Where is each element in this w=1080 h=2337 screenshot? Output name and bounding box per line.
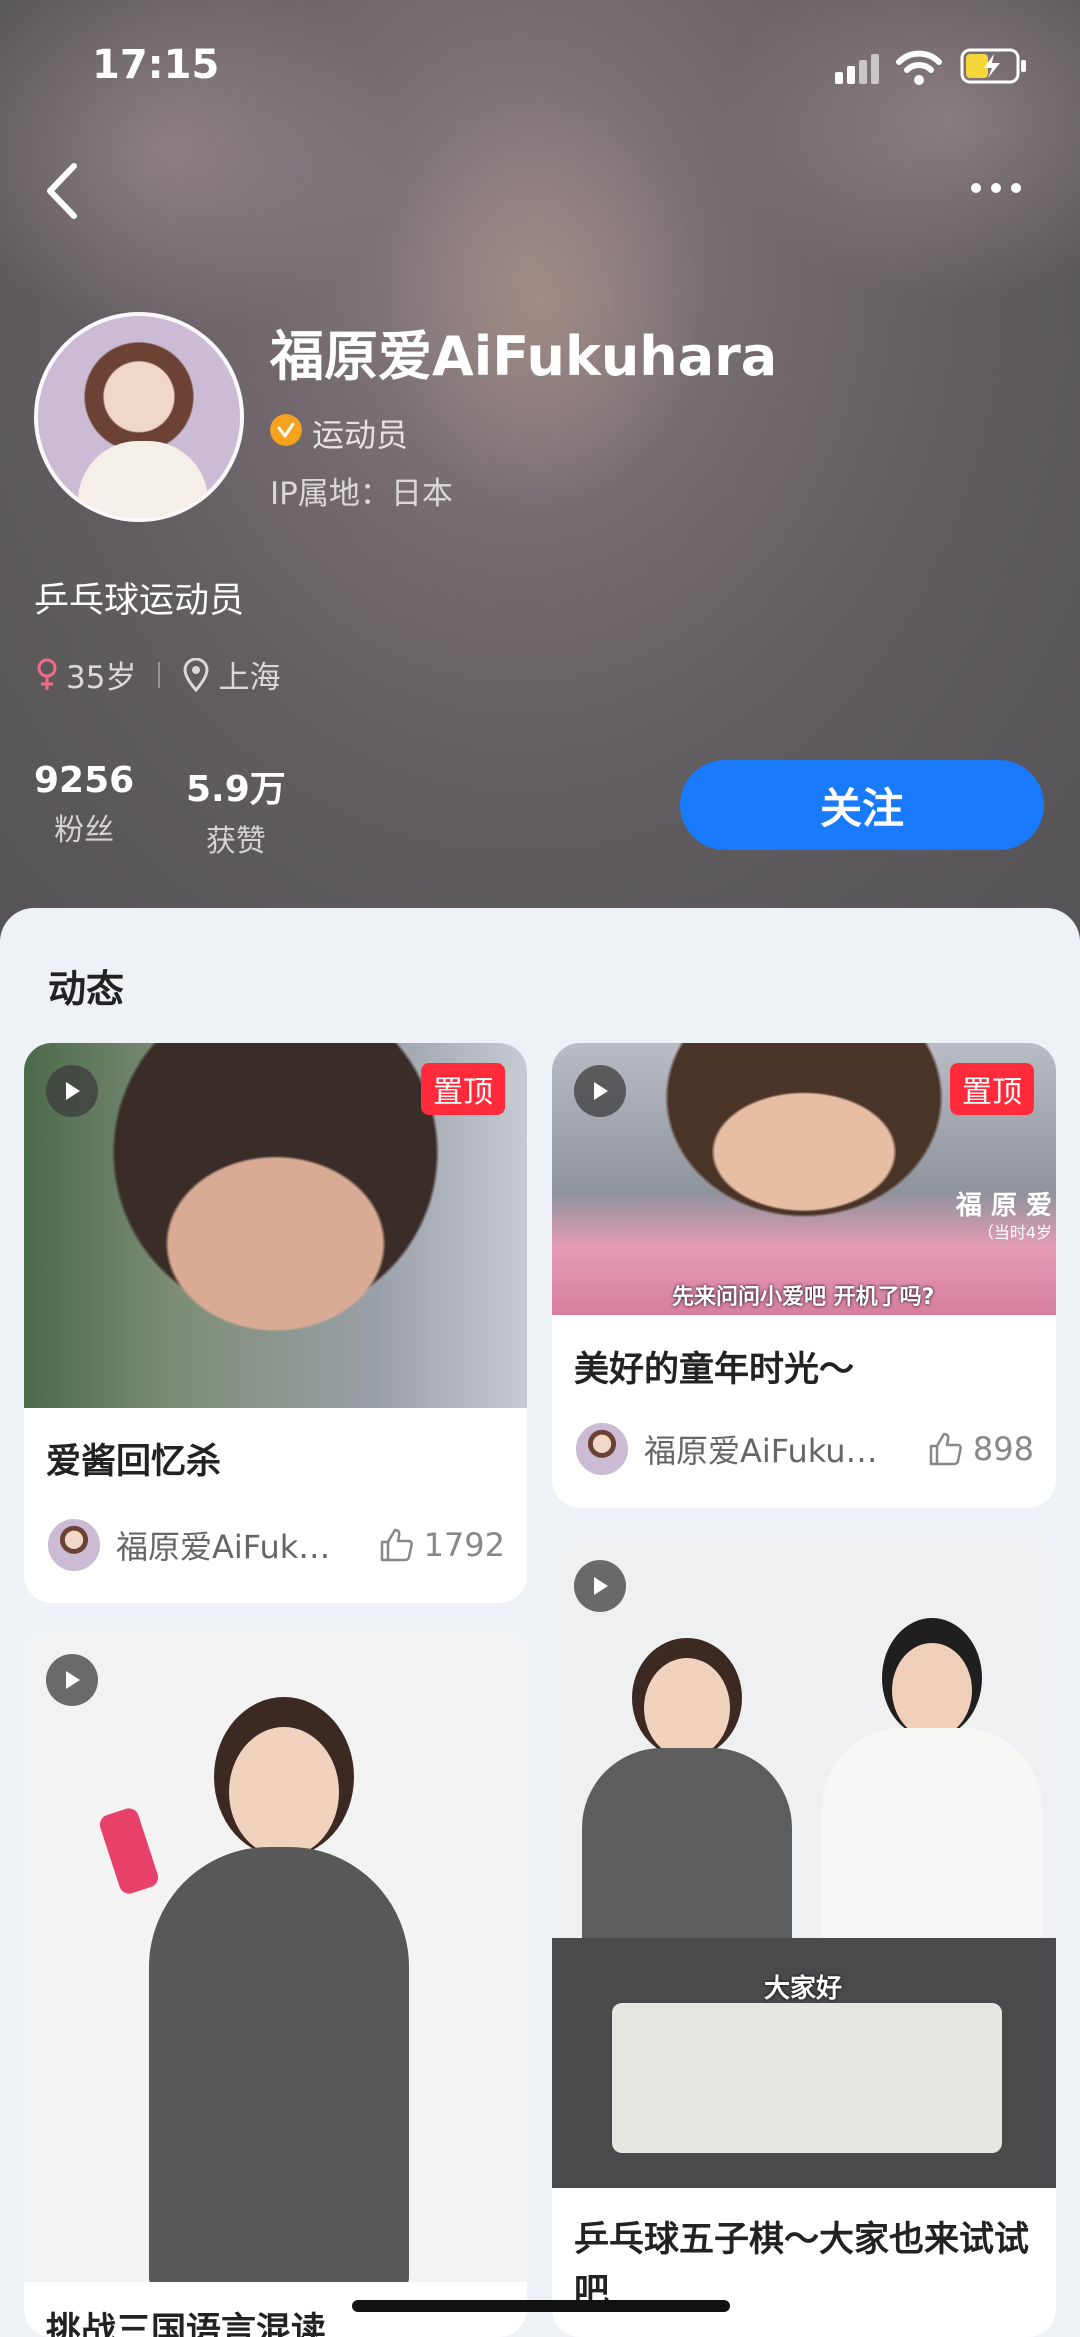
like-icon: [380, 1528, 413, 1562]
play-icon: [46, 1654, 98, 1706]
dress: [149, 1847, 409, 2282]
author-avatar: [46, 1517, 102, 1573]
profile-bio: 乒乓球运动员: [34, 581, 245, 621]
like-icon: [929, 1432, 962, 1466]
likes-stat[interactable]: 5.9万 获赞: [186, 760, 286, 860]
verified-icon: [270, 414, 302, 446]
author-name: 福原爱AiFuk…: [116, 1528, 331, 1566]
play-icon: [46, 1065, 98, 1117]
like-button[interactable]: 1792: [378, 1526, 505, 1564]
signal-icon: [835, 54, 879, 84]
post-title: 美好的童年时光～: [574, 1350, 855, 1390]
post-card[interactable]: 置顶 爱酱回忆杀 福原爱AiFuk… 1792: [24, 1043, 527, 1603]
location-icon: [183, 657, 209, 692]
status-time: 17:15: [92, 42, 220, 88]
divider: [158, 661, 161, 688]
post-card[interactable]: 大家好 乒乓球五子棋～大家也来试试吧: [552, 1538, 1056, 2337]
pinned-badge: 置顶: [950, 1063, 1034, 1115]
video-overlay-text: 大家好: [764, 1974, 843, 2004]
profile-name: 福原爱AiFukuhara: [270, 325, 778, 388]
post-thumbnail[interactable]: 大家好: [552, 1538, 1056, 2188]
post-meta: 福原爱AiFuku… 898: [574, 1421, 1034, 1477]
play-icon: [574, 1065, 626, 1117]
post-thumbnail[interactable]: 置顶 福 原 爱 （当时4岁 先来问问小爱吧 开机了吗?: [552, 1043, 1056, 1315]
background-blur: [380, 90, 700, 510]
fans-count: 9256: [34, 760, 135, 801]
post-card[interactable]: 挑战三国语言混读: [24, 1632, 527, 2337]
profile-meta: 35岁 上海: [34, 652, 280, 697]
likes-count: 5.9万: [186, 769, 286, 810]
likes-label: 获赞: [205, 824, 266, 859]
post-card[interactable]: 置顶 福 原 爱 （当时4岁 先来问问小爱吧 开机了吗? 美好的童年时光～ 福原…: [552, 1043, 1056, 1508]
profile-role: 运动员: [312, 416, 409, 454]
video-overlay-sub: （当时4岁: [977, 1223, 1052, 1242]
post-title: 爱酱回忆杀: [46, 1442, 222, 1482]
ip-location: IP属地：日本: [270, 476, 453, 512]
like-count: 1792: [423, 1526, 505, 1564]
post-meta: 福原爱AiFuk… 1792: [46, 1517, 505, 1573]
fans-stat[interactable]: 9256 粉丝: [34, 760, 134, 849]
home-indicator[interactable]: [352, 2300, 730, 2312]
post-thumbnail[interactable]: [24, 1632, 527, 2282]
section-title: 动态: [48, 967, 125, 1011]
fans-label: 粉丝: [54, 813, 115, 848]
post-title: 挑战三国语言混读: [46, 2311, 327, 2337]
author-avatar: [574, 1421, 630, 1477]
wifi-icon: [896, 50, 942, 85]
back-icon[interactable]: [38, 158, 88, 224]
like-button[interactable]: 898: [927, 1430, 1034, 1468]
battery-icon: [960, 48, 1026, 84]
age: 35岁: [66, 660, 137, 696]
city: 上海: [218, 660, 281, 696]
phone: [97, 1805, 161, 1897]
video-overlay-name: 福 原 爱: [955, 1191, 1052, 1221]
pinned-badge: 置顶: [421, 1063, 505, 1115]
follow-button[interactable]: 关注: [680, 760, 1044, 850]
play-icon: [574, 1560, 626, 1612]
tshirt: [822, 1728, 1042, 1948]
female-icon: [37, 658, 57, 690]
like-count: 898: [972, 1430, 1034, 1468]
face: [229, 1727, 339, 1857]
status-bar: 17:15: [0, 0, 1080, 140]
more-icon[interactable]: [968, 178, 1024, 198]
post-thumbnail[interactable]: 置顶: [24, 1043, 527, 1408]
video-subtitle: 先来问问小爱吧 开机了吗?: [672, 1285, 935, 1310]
profile-header: 17:15 福原爱AiFukuhara 运动员 IP属地：日本 乒乓球运动员 3…: [0, 0, 1080, 940]
face: [644, 1658, 730, 1758]
author-name: 福原爱AiFuku…: [644, 1432, 878, 1470]
avatar[interactable]: [34, 312, 244, 522]
dress: [582, 1748, 792, 1968]
egg-tray: [612, 2003, 1002, 2153]
face: [892, 1643, 972, 1738]
